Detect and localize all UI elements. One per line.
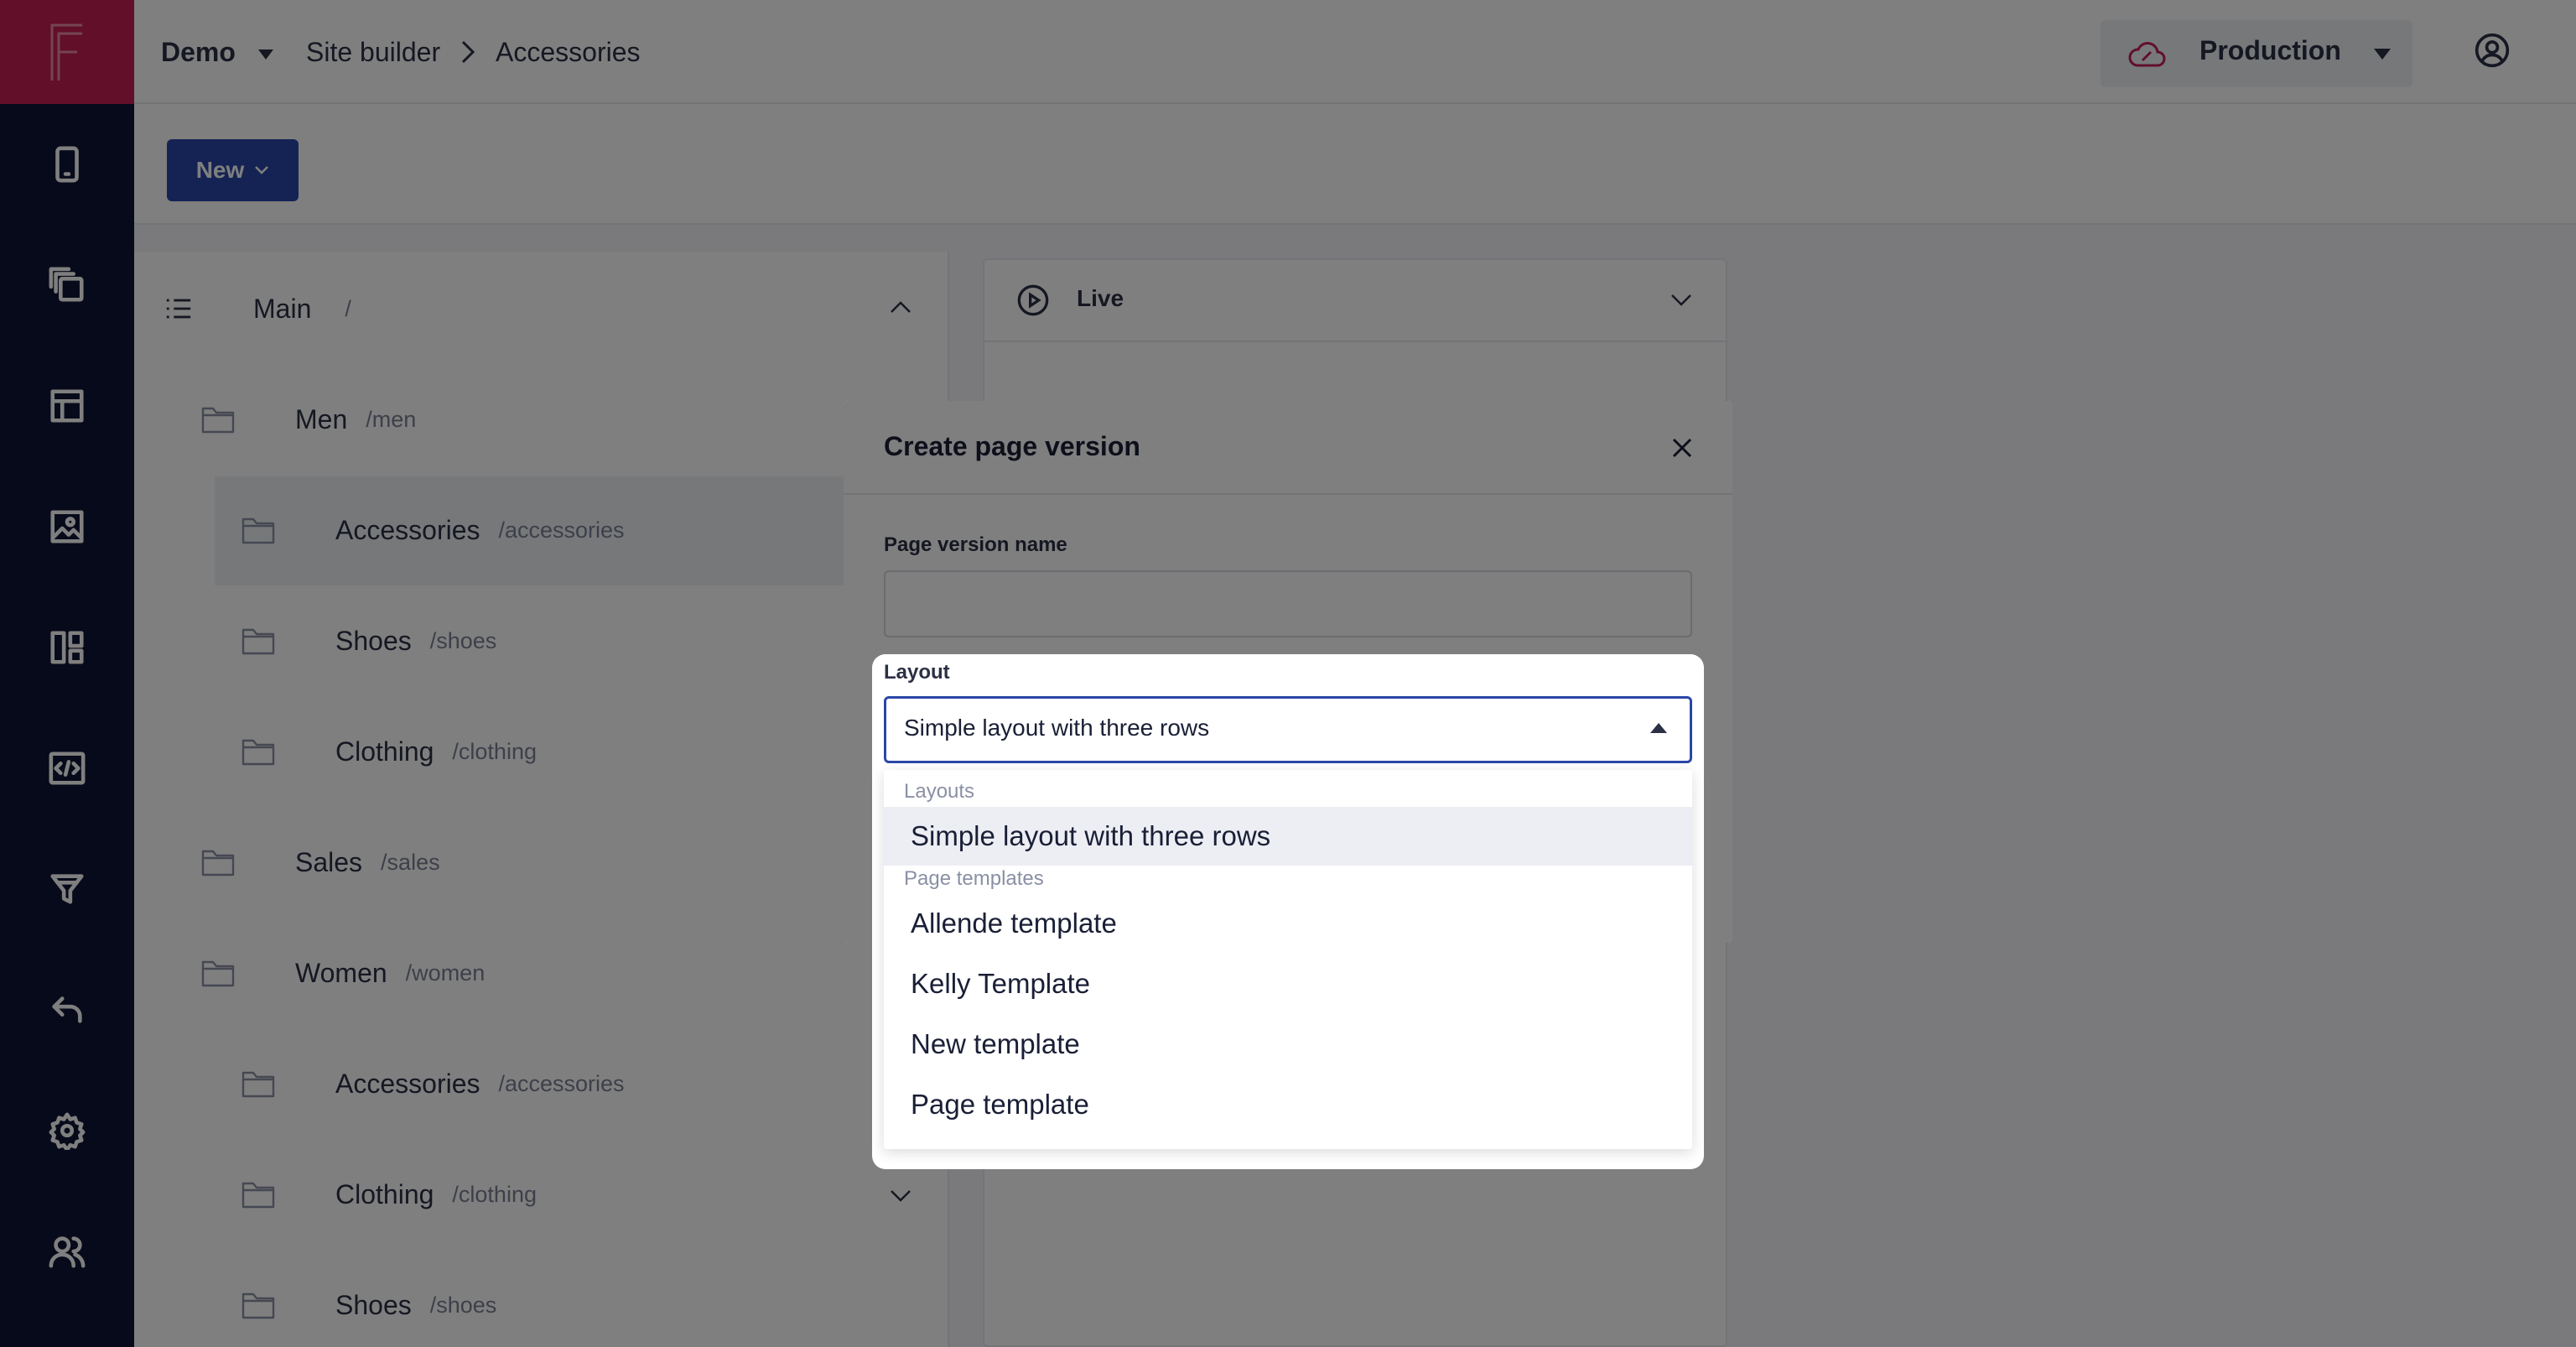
dropdown-group-label: Layouts bbox=[904, 780, 975, 803]
dropdown-group-label: Page templates bbox=[904, 867, 1044, 890]
dropdown-option[interactable]: Page template bbox=[884, 1075, 1692, 1134]
dropdown-option[interactable]: Allende template bbox=[884, 894, 1692, 953]
dropdown-option[interactable]: Simple layout with three rows bbox=[884, 807, 1692, 866]
caret-up-icon bbox=[1650, 723, 1667, 733]
layout-label: Layout bbox=[884, 661, 950, 684]
dropdown-option[interactable]: New template bbox=[884, 1015, 1692, 1074]
dropdown-option[interactable]: Kelly Template bbox=[884, 954, 1692, 1013]
layout-select-value: Simple layout with three rows bbox=[904, 715, 1210, 741]
